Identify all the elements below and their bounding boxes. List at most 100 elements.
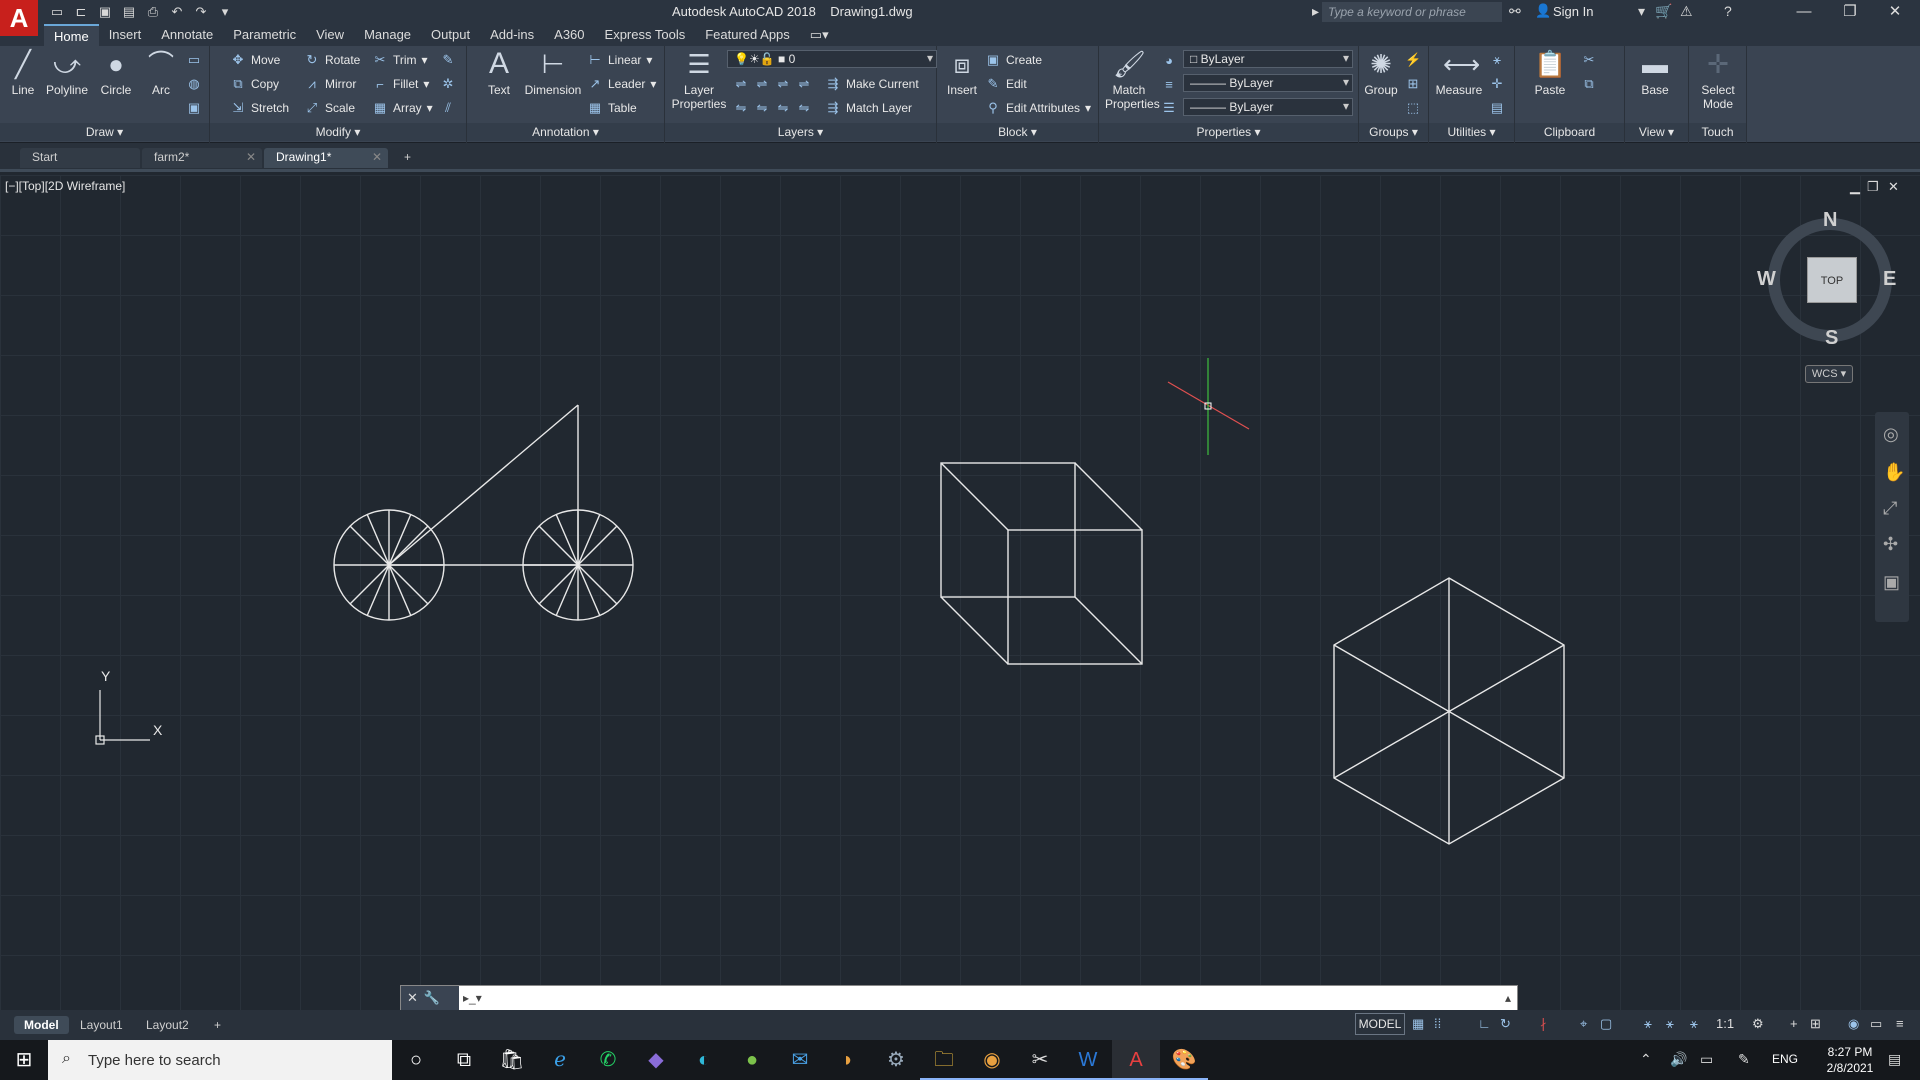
text-button[interactable]: A Text: [481, 48, 517, 98]
add-layout-button[interactable]: +: [204, 1016, 231, 1034]
showmotion-icon[interactable]: ▣: [1883, 572, 1900, 593]
region-icon[interactable]: ▣: [186, 98, 202, 118]
properties-panel-title[interactable]: Properties ▾: [1099, 123, 1358, 141]
wcs-menu[interactable]: WCS ▾: [1805, 365, 1853, 383]
visual-studio-icon[interactable]: ◆: [632, 1040, 680, 1080]
sign-in-button[interactable]: Sign In: [1553, 4, 1593, 19]
snap-icon[interactable]: ⁞⁞: [1434, 1016, 1441, 1031]
taskbar-clock[interactable]: 8:27 PM 2/8/2021: [1810, 1044, 1890, 1076]
paste-button[interactable]: 📋 Paste: [1525, 48, 1575, 97]
compass-south-label[interactable]: S: [1825, 327, 1838, 350]
cut-icon[interactable]: ✂: [1581, 50, 1597, 70]
trim-button[interactable]: ✂ Trim ▾: [372, 50, 428, 70]
base-button[interactable]: ▬ Base: [1633, 48, 1677, 97]
snipping-tool-icon[interactable]: ✂: [1016, 1040, 1064, 1080]
customize-qat-icon[interactable]: ▾: [216, 3, 234, 21]
linear-button[interactable]: ⊢ Linear ▾: [587, 50, 652, 70]
polyline-button[interactable]: ⤻ Polyline: [42, 48, 92, 97]
model-space-indicator[interactable]: MODEL: [1355, 1013, 1405, 1035]
rotate-button[interactable]: ↻ Rotate: [304, 50, 361, 70]
offset-icon[interactable]: ⫽: [440, 98, 456, 118]
network-icon[interactable]: ▭: [1700, 1051, 1713, 1068]
leader-button[interactable]: ↗ Leader ▾: [587, 74, 657, 94]
cortana-icon[interactable]: ○: [392, 1040, 440, 1080]
isometric-hexagon-drawing[interactable]: [1333, 577, 1565, 845]
tab-parametric[interactable]: Parametric: [223, 24, 306, 46]
command-prompt-icon[interactable]: ▸_▾: [459, 991, 482, 1005]
draw-panel-title[interactable]: Draw ▾: [0, 123, 209, 141]
app-green-icon[interactable]: ●: [728, 1040, 776, 1080]
viewcube-top-face[interactable]: TOP: [1807, 257, 1857, 303]
array-button[interactable]: ▦ Array ▾: [372, 98, 433, 118]
scale-button[interactable]: ⤢ Scale: [304, 98, 355, 118]
redo-icon[interactable]: ↷: [192, 3, 210, 21]
edge-icon[interactable]: ◐: [680, 1040, 728, 1080]
isodraft-icon[interactable]: ∤: [1540, 1016, 1547, 1032]
store-icon[interactable]: 🛍: [488, 1040, 536, 1080]
compass-east-label[interactable]: E: [1883, 268, 1896, 291]
hatch-icon[interactable]: ◍: [186, 74, 202, 94]
annotation-visibility-icon[interactable]: ⚹: [1644, 1016, 1652, 1032]
color-dropdown[interactable]: □ ByLayer: [1183, 50, 1353, 68]
move-button[interactable]: ✥ Move: [230, 50, 281, 70]
match-layer-button[interactable]: ⇶ Match Layer: [825, 98, 912, 118]
steam-icon[interactable]: ⚙: [872, 1040, 920, 1080]
word-icon[interactable]: W: [1064, 1040, 1112, 1080]
pen-icon[interactable]: ✎: [1738, 1051, 1750, 1068]
drawing-canvas[interactable]: [0, 175, 1920, 1010]
tab-insert[interactable]: Insert: [99, 24, 152, 46]
paint-icon[interactable]: 🎨: [1160, 1040, 1208, 1080]
units-icon[interactable]: ⊞: [1810, 1016, 1821, 1032]
workspace-gear-icon[interactable]: ⚙: [1752, 1016, 1764, 1032]
viewcube[interactable]: N S E W TOP: [1757, 209, 1896, 349]
fillet-button[interactable]: ⌐ Fillet ▾: [372, 74, 429, 94]
autocad-taskbar-icon[interactable]: A: [1112, 1040, 1160, 1080]
layer-tools-row1[interactable]: ⇌ ⇌ ⇌ ⇌: [733, 74, 812, 94]
ribbon-options-icon[interactable]: ▭▾: [800, 24, 839, 46]
new-tab-button[interactable]: +: [396, 148, 426, 168]
pan-icon[interactable]: ✋: [1883, 462, 1905, 483]
tab-featured-apps[interactable]: Featured Apps: [695, 24, 800, 46]
groups-panel-title[interactable]: Groups ▾: [1359, 123, 1428, 141]
select-mode-button[interactable]: ✛ Select Mode: [1693, 48, 1743, 111]
group-edit-icon[interactable]: ⊞: [1405, 74, 1421, 94]
lineweight-dropdown[interactable]: ——— ByLayer: [1183, 98, 1353, 116]
copy-clip-icon[interactable]: ⧉: [1581, 74, 1597, 94]
save-icon[interactable]: ▣: [96, 3, 114, 21]
file-tab-farm2[interactable]: farm2* ✕: [142, 148, 262, 168]
tab-manage[interactable]: Manage: [354, 24, 421, 46]
ungroup-icon[interactable]: ⚡: [1405, 50, 1421, 70]
save-as-icon[interactable]: ▤: [120, 3, 138, 21]
tab-a360[interactable]: A360: [544, 24, 594, 46]
compass-west-label[interactable]: W: [1757, 268, 1776, 291]
annotation-scale-value[interactable]: 1:1: [1716, 1016, 1734, 1031]
dimension-button[interactable]: ⊢ Dimension: [521, 48, 585, 97]
tab-output[interactable]: Output: [421, 24, 480, 46]
mirror-button[interactable]: ⩘ Mirror: [304, 74, 356, 94]
linetype-dropdown[interactable]: ——— ByLayer: [1183, 74, 1353, 92]
help-search-input[interactable]: Type a keyword or phrase: [1322, 2, 1502, 22]
mail-icon[interactable]: ✉: [776, 1040, 824, 1080]
annotation-scale-icon[interactable]: ⚹: [1690, 1016, 1698, 1032]
drawing-viewport[interactable]: [−][Top][2D Wireframe] ▁ ❐ ✕ Y X N S E W…: [0, 175, 1920, 1010]
measure-button[interactable]: ⟷ Measure: [1431, 48, 1487, 97]
auto-scale-icon[interactable]: ⚹: [1666, 1016, 1674, 1032]
line-button[interactable]: ╱ Line: [4, 48, 42, 97]
autocad-logo-icon[interactable]: A: [0, 0, 38, 36]
cube-drawing[interactable]: [940, 462, 1143, 665]
clean-screen-icon[interactable]: ▭: [1870, 1016, 1882, 1032]
command-history-icon[interactable]: ▴: [1505, 991, 1517, 1005]
object-snap-icon[interactable]: ⌖: [1580, 1016, 1587, 1032]
open-icon[interactable]: ⊏: [72, 3, 90, 21]
sign-in-dropdown-icon[interactable]: ▾: [1638, 3, 1645, 20]
osnap-tracking-icon[interactable]: ▢: [1600, 1016, 1612, 1032]
close-command-line-icon[interactable]: ✕: [407, 990, 418, 1006]
new-icon[interactable]: ▭: [48, 3, 66, 21]
bicycle-drawing[interactable]: [333, 404, 634, 621]
zoom-extents-icon[interactable]: ⤢: [1883, 498, 1897, 519]
annotation-panel-title[interactable]: Annotation ▾: [467, 123, 664, 141]
stretch-button[interactable]: ⇲ Stretch: [230, 98, 289, 118]
binoculars-icon[interactable]: ⚯: [1509, 3, 1521, 20]
modify-panel-title[interactable]: Modify ▾: [210, 123, 466, 141]
tray-overflow-icon[interactable]: ⌃: [1640, 1051, 1652, 1068]
